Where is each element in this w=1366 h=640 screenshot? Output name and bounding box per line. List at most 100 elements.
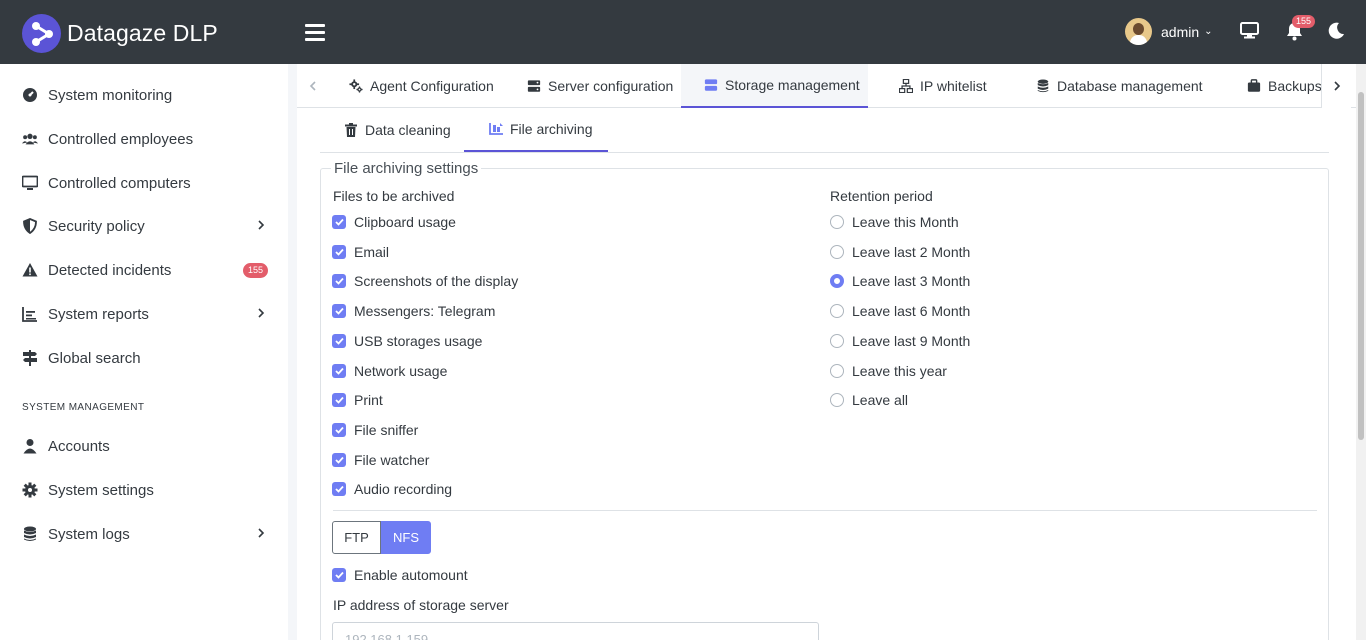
retention-radio-row[interactable]: Leave this Month: [830, 214, 959, 230]
automount-checkbox[interactable]: [332, 568, 346, 582]
tab-data-cleaning[interactable]: Data cleaning: [345, 108, 451, 152]
retention-radio[interactable]: [830, 274, 844, 289]
automount-label: Enable automount: [354, 567, 468, 583]
moon-icon[interactable]: [1328, 22, 1345, 42]
file-type-checkbox[interactable]: [332, 274, 346, 289]
retention-radio-row[interactable]: Leave last 6 Month: [830, 303, 970, 319]
retention-label: Leave all: [852, 392, 909, 409]
file-type-checkbox[interactable]: [332, 452, 346, 467]
retention-radio[interactable]: [830, 363, 844, 378]
sidebar-item-label: Detected incidents: [48, 261, 172, 279]
sidebar-item-system-monitoring[interactable]: System monitoring: [0, 75, 288, 115]
file-type-checkbox-row[interactable]: USB storages usage: [332, 333, 482, 349]
nfs-button[interactable]: NFS: [381, 521, 431, 554]
retention-radio[interactable]: [830, 333, 844, 348]
tab-file-archiving[interactable]: File archiving: [464, 108, 608, 152]
briefcase-icon: [1247, 79, 1261, 92]
fieldset-legend: File archiving settings: [331, 160, 482, 177]
file-type-checkbox[interactable]: [332, 393, 346, 408]
ip-address-input[interactable]: [332, 622, 819, 640]
retention-label: Leave this year: [852, 362, 947, 379]
file-type-label: Screenshots of the display: [354, 273, 519, 290]
retention-radio-row[interactable]: Leave this year: [830, 363, 947, 379]
sidebar-item-security-policy[interactable]: Security policy: [0, 206, 288, 246]
sidebar-section-title: SYSTEM MANAGEMENT: [22, 402, 145, 413]
file-type-checkbox[interactable]: [332, 244, 346, 259]
shield-icon: [23, 218, 37, 234]
user-menu[interactable]: admin ⌄: [1125, 18, 1213, 45]
retention-radio-row[interactable]: Leave last 9 Month: [830, 333, 970, 349]
sidebar-item-system-logs[interactable]: System logs: [0, 514, 288, 554]
scrollbar-thumb[interactable]: [1358, 92, 1364, 440]
tab-agent-configuration[interactable]: Agent Configuration: [349, 64, 494, 108]
notification-badge: 155: [1292, 15, 1316, 28]
sidebar: System monitoring Controlled employees C…: [0, 64, 288, 640]
chevron-right-icon: [258, 528, 265, 538]
sidebar-item-accounts[interactable]: Accounts: [0, 426, 288, 466]
settings-card: Agent Configuration Server configuration…: [297, 64, 1356, 640]
sidebar-item-label: System monitoring: [48, 86, 173, 104]
username: admin: [1161, 23, 1200, 40]
tabs-scroll-left-icon[interactable]: [298, 64, 328, 108]
sidebar-item-detected-incidents[interactable]: Detected incidents 155: [0, 250, 288, 290]
file-type-checkbox[interactable]: [332, 304, 346, 319]
file-type-label: Clipboard usage: [354, 214, 456, 230]
tab-database-management[interactable]: Database management: [1036, 64, 1203, 108]
file-type-label: Audio recording: [354, 481, 453, 498]
retention-radio[interactable]: [830, 393, 844, 408]
sidebar-item-system-settings[interactable]: System settings: [0, 470, 288, 510]
file-type-checkbox-row[interactable]: Screenshots of the display: [332, 273, 518, 289]
chart-icon: [22, 307, 37, 322]
retention-radio[interactable]: [830, 304, 844, 319]
tab-server-configuration[interactable]: Server configuration: [527, 64, 673, 108]
file-type-checkbox[interactable]: [332, 333, 346, 348]
file-type-checkbox-row[interactable]: Print: [332, 392, 383, 408]
archive-icon: [489, 123, 503, 135]
gauge-icon: [23, 88, 37, 102]
subtab-label: Data cleaning: [365, 122, 451, 138]
file-type-checkbox-row[interactable]: File watcher: [332, 452, 429, 468]
automount-checkbox-row[interactable]: Enable automount: [332, 567, 468, 583]
file-type-checkbox-row[interactable]: Audio recording: [332, 481, 452, 497]
file-type-checkbox[interactable]: [332, 363, 346, 378]
files-group-title: Files to be archived: [333, 188, 455, 204]
page-scrollbar[interactable]: [1356, 64, 1366, 640]
file-type-label: File watcher: [354, 451, 430, 468]
retention-radio-row[interactable]: Leave last 2 Month: [830, 244, 970, 260]
file-type-checkbox[interactable]: [332, 482, 346, 497]
sidebar-item-label: Controlled computers: [48, 174, 191, 192]
file-type-checkbox[interactable]: [332, 215, 346, 229]
sidebar-item-controlled-employees[interactable]: Controlled employees: [0, 119, 288, 159]
sidebar-item-global-search[interactable]: Global search: [0, 338, 288, 378]
file-type-checkbox-row[interactable]: Clipboard usage: [332, 214, 456, 230]
top-navbar: Datagaze DLP admin ⌄ 155: [0, 0, 1366, 64]
database-icon: [24, 526, 36, 541]
retention-radio[interactable]: [830, 215, 844, 229]
retention-label: Leave last 2 Month: [852, 243, 971, 260]
chevron-right-icon: [258, 220, 265, 230]
brand-name: Datagaze DLP: [67, 20, 218, 46]
file-type-checkbox-row[interactable]: Messengers: Telegram: [332, 303, 495, 319]
tab-label: IP whitelist: [920, 78, 987, 94]
desktop-icon[interactable]: [1240, 22, 1259, 42]
tab-backups[interactable]: Backups: [1247, 64, 1322, 108]
tab-ip-whitelist[interactable]: IP whitelist: [899, 64, 987, 108]
menu-toggle-icon[interactable]: [305, 24, 325, 42]
retention-radio-row[interactable]: Leave all: [830, 392, 908, 408]
retention-radio[interactable]: [830, 244, 844, 259]
brand[interactable]: Datagaze DLP: [22, 14, 218, 53]
sidebar-item-controlled-computers[interactable]: Controlled computers: [0, 163, 288, 203]
sidebar-item-system-reports[interactable]: System reports: [0, 294, 288, 334]
tab-storage-management[interactable]: Storage management: [681, 64, 868, 108]
settings-tabs: Agent Configuration Server configuration…: [297, 64, 1356, 108]
incidents-badge: 155: [243, 262, 269, 278]
tabs-scroll-right-icon[interactable]: [1321, 64, 1351, 108]
file-type-checkbox[interactable]: [332, 422, 346, 437]
gear-icon: [22, 482, 38, 498]
file-type-checkbox-row[interactable]: Network usage: [332, 363, 447, 379]
retention-radio-row[interactable]: Leave last 3 Month: [830, 273, 970, 289]
file-type-checkbox-row[interactable]: Email: [332, 244, 389, 260]
file-type-checkbox-row[interactable]: File sniffer: [332, 422, 418, 438]
server-icon: [527, 80, 541, 92]
ftp-button[interactable]: FTP: [332, 521, 381, 554]
